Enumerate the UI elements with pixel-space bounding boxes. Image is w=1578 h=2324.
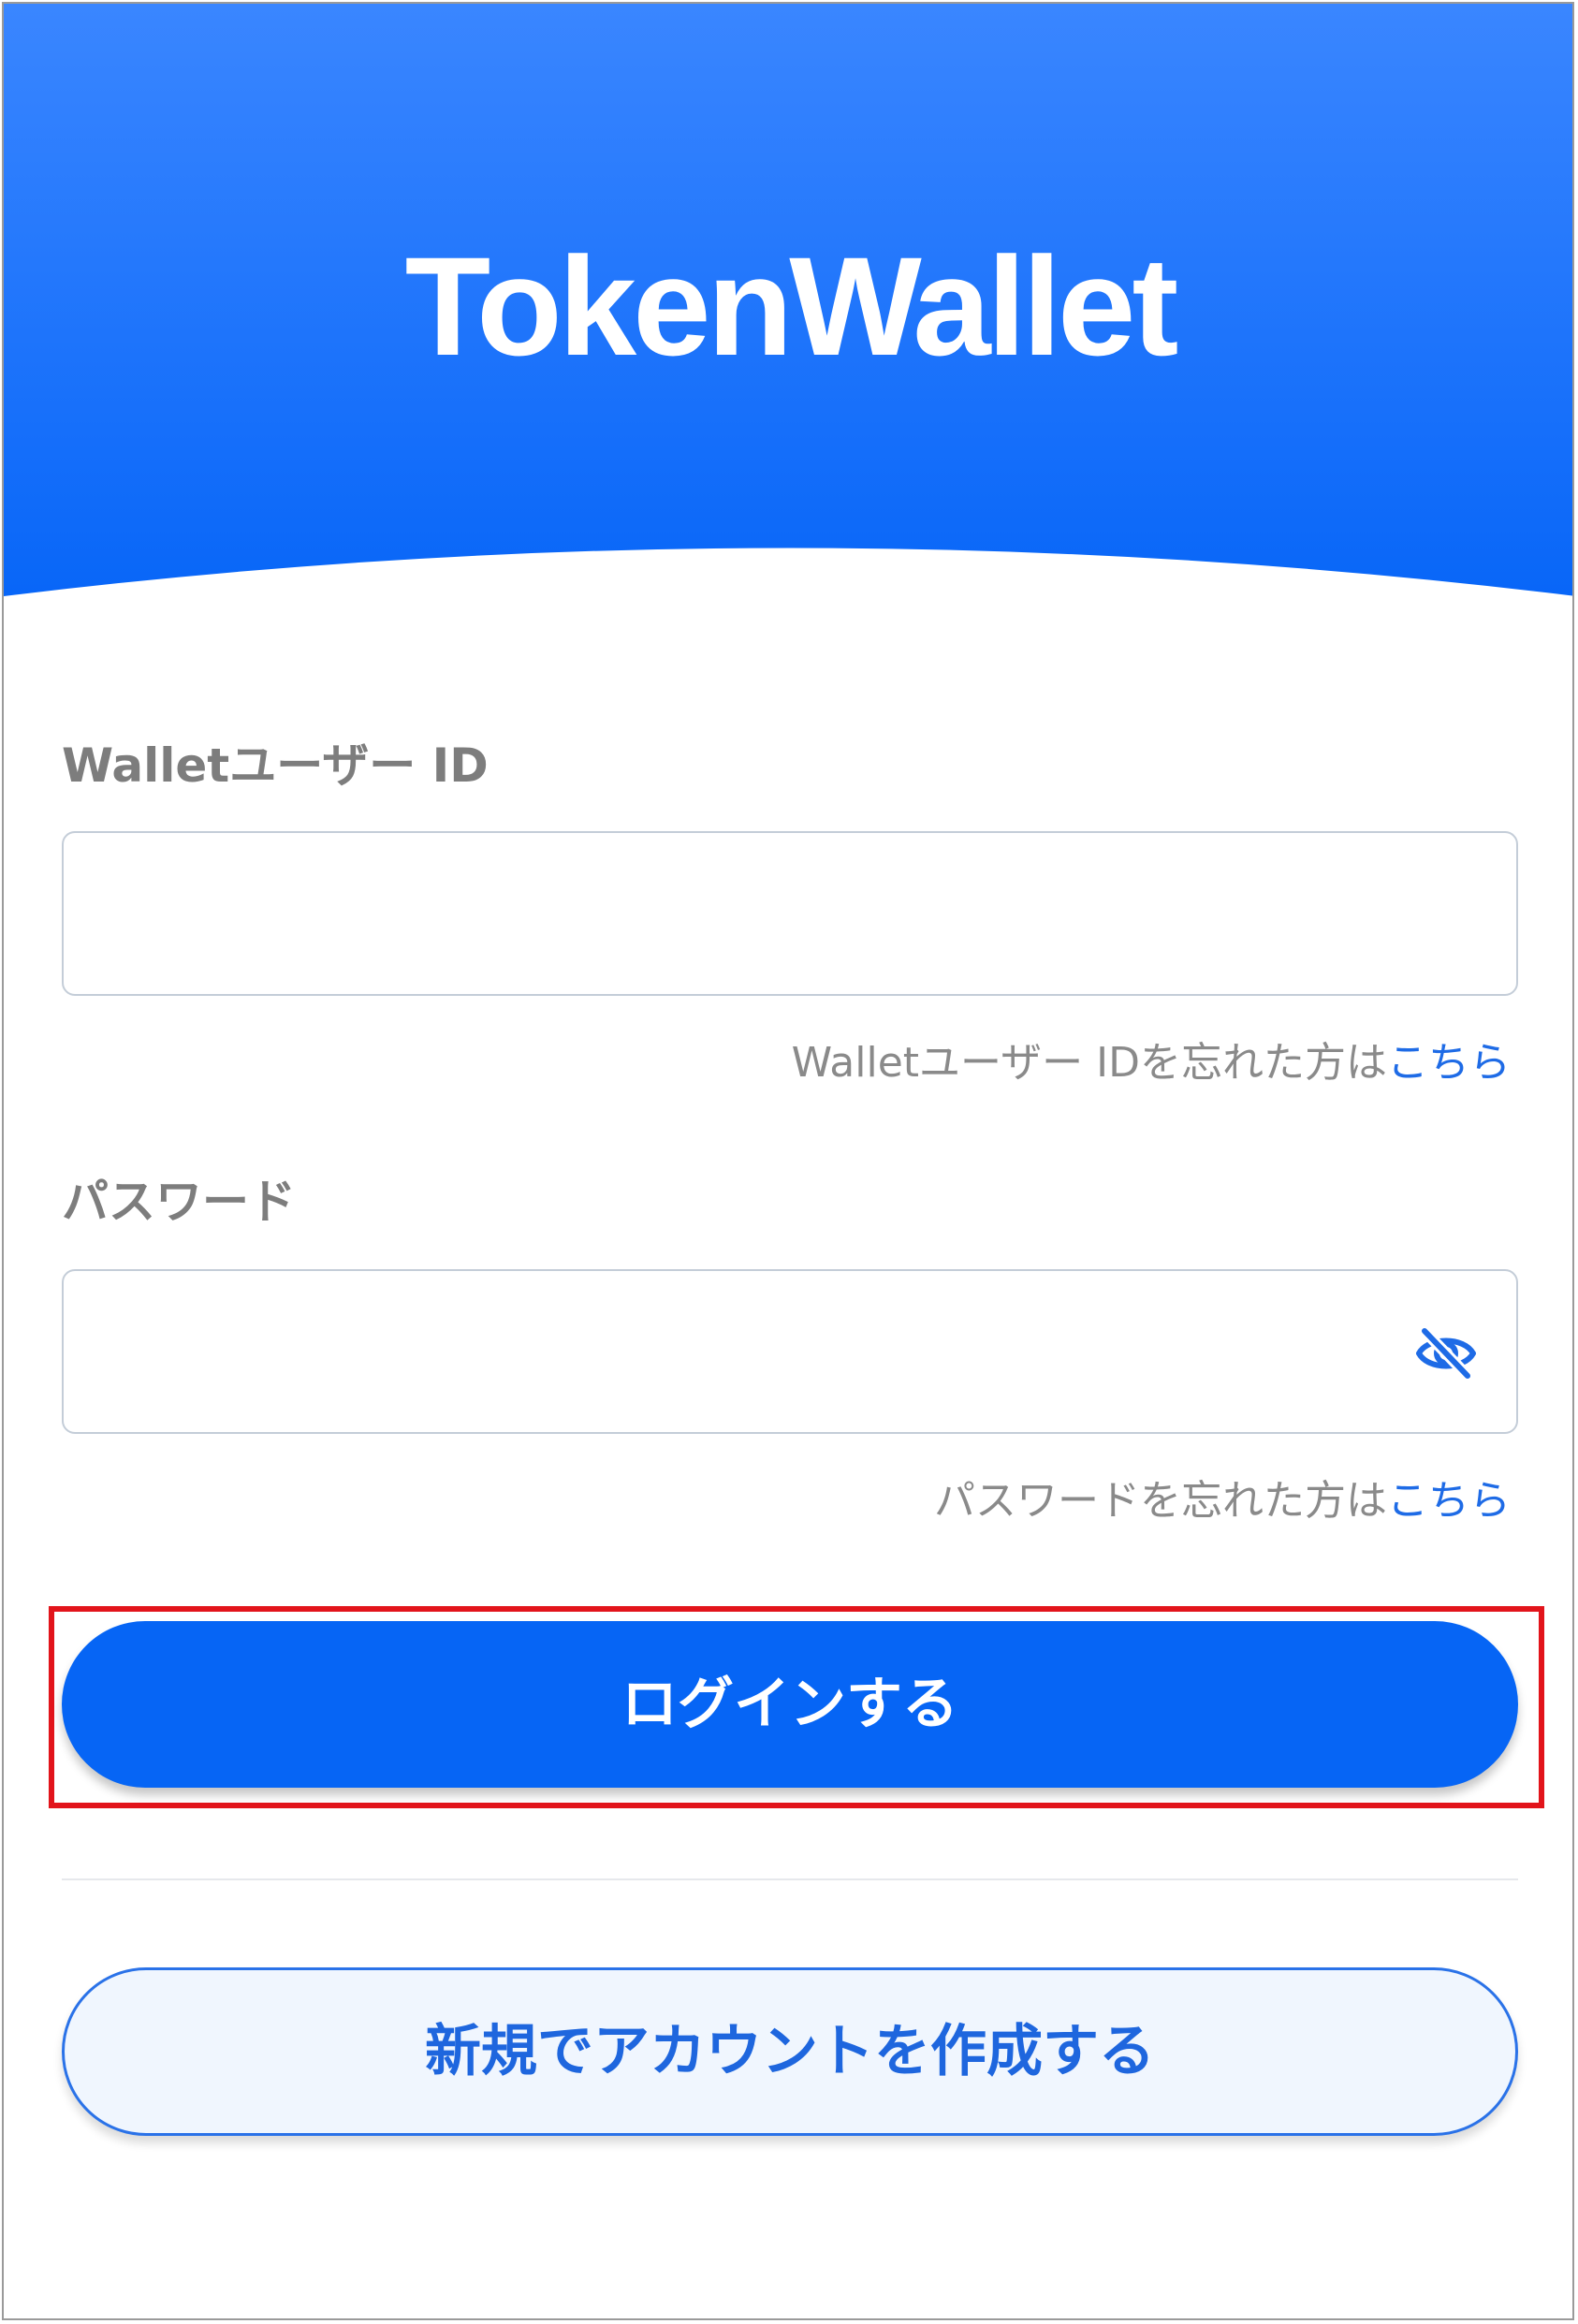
forgot-password-link[interactable]: こちら [1387,1477,1511,1525]
forgot-user-id-link[interactable]: こちら [1387,1039,1511,1087]
user-id-label: Walletユーザー ID [62,738,489,793]
login-button[interactable]: ログインする [62,1621,1518,1788]
password-label: パスワード [62,1175,296,1229]
header-banner: TokenWallet [4,4,1572,603]
divider [62,1878,1518,1880]
forgot-user-id-line: Walletユーザー IDを忘れた方はこちら [792,1037,1511,1089]
forgot-password-text: パスワードを忘れた方は [934,1477,1387,1525]
forgot-password-line: パスワードを忘れた方はこちら [934,1475,1511,1527]
eye-off-icon[interactable] [1415,1325,1477,1381]
user-id-input[interactable] [62,831,1518,996]
create-account-button[interactable]: 新規でアカウントを作成する [62,1967,1518,2136]
app-frame: TokenWallet Walletユーザー ID Walletユーザー IDを… [2,2,1574,2320]
password-input[interactable] [62,1269,1518,1434]
forgot-user-id-text: Walletユーザー IDを忘れた方は [791,1039,1387,1087]
token-wallet-logo: TokenWallet [404,227,1179,385]
